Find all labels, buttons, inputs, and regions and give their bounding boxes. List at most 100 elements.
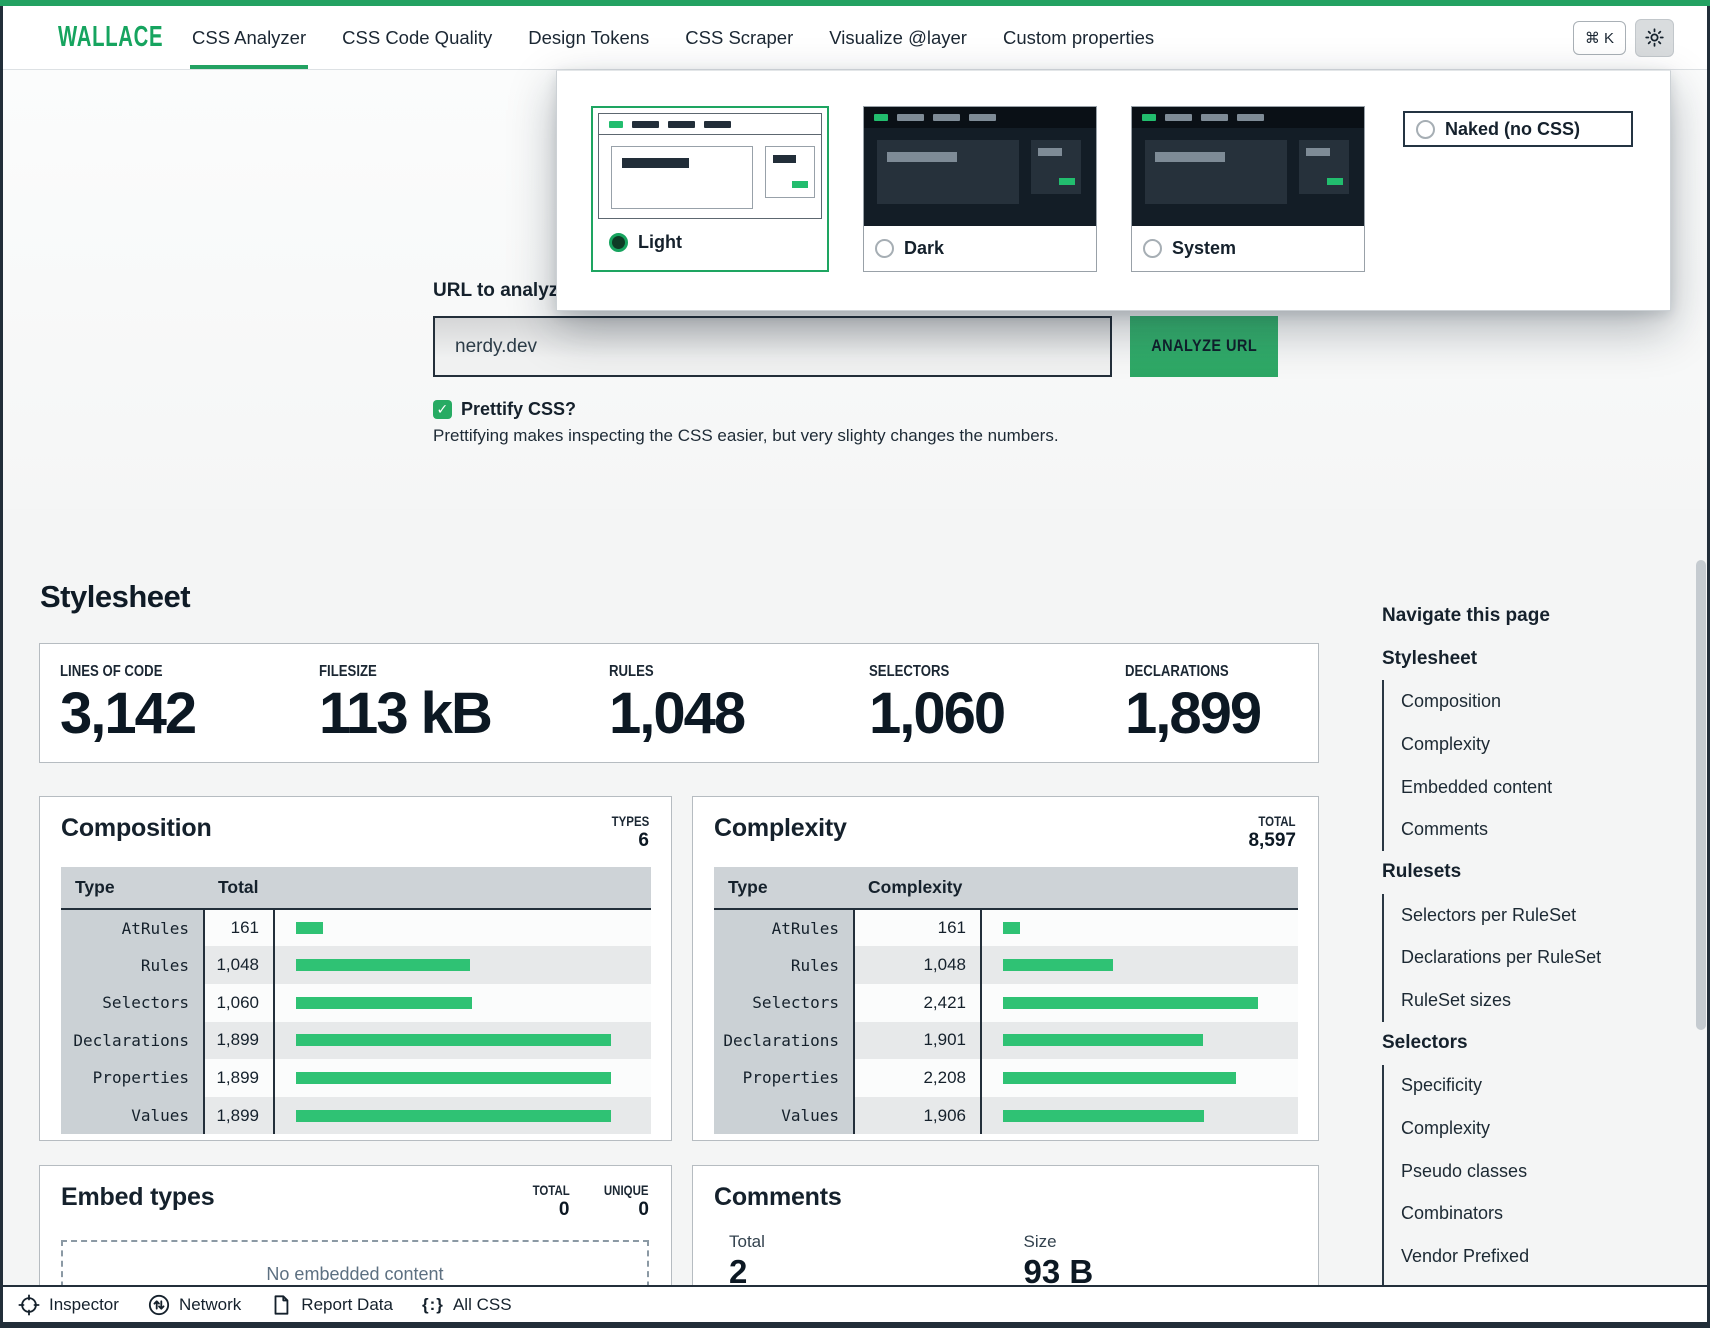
preview-nav-chip xyxy=(1201,114,1228,121)
page-nav-item-comments[interactable]: Comments xyxy=(1384,808,1682,851)
value-cell: 1,899 xyxy=(204,1059,274,1097)
nav-right: ⌘ K xyxy=(1573,19,1674,57)
tab-design-tokens[interactable]: Design Tokens xyxy=(528,6,649,69)
tab-visualize-layer[interactable]: Visualize @layer xyxy=(829,6,967,69)
toolbar-item-label: All CSS xyxy=(453,1295,512,1315)
page-nav-item-vendor-prefixed[interactable]: Vendor Prefixed xyxy=(1384,1235,1682,1278)
preview-body xyxy=(864,128,1096,226)
page-nav-item-ruleset-sizes[interactable]: RuleSet sizes xyxy=(1384,979,1682,1022)
theme-label-row: System xyxy=(1132,226,1364,271)
value-bar xyxy=(1003,997,1258,1009)
value-bar xyxy=(1003,1072,1236,1084)
table-row: Values1,899 xyxy=(61,1097,651,1135)
brand-logo[interactable]: WALLACE xyxy=(58,21,124,54)
comments-total: Total 2 xyxy=(729,1232,1024,1290)
bar-cell xyxy=(981,909,1298,947)
radio-naked[interactable] xyxy=(1416,120,1435,139)
radio-dark[interactable] xyxy=(875,239,894,258)
page-nav-heading: Navigate this page xyxy=(1382,595,1682,638)
toolbar-item-network[interactable]: Network xyxy=(148,1294,241,1316)
stat-value: 1,899 xyxy=(1125,685,1318,743)
preview-green-chip xyxy=(792,181,808,188)
stat-declarations: DECLARATIONS1,899 xyxy=(1125,663,1318,743)
page-nav-list: Selectors per RuleSetDeclarations per Ru… xyxy=(1382,894,1682,1022)
stat-value: 1,048 xyxy=(609,685,869,743)
theme-option-label: Naked (no CSS) xyxy=(1445,119,1580,140)
preview-nav-chip xyxy=(933,114,960,121)
top-nav: WALLACE CSS Analyzer CSS Code Quality Desi… xyxy=(0,6,1710,70)
preview-navbar xyxy=(599,114,821,135)
bar-cell xyxy=(981,984,1298,1022)
scrollbar[interactable] xyxy=(1696,560,1706,1030)
composition-card: Composition TYPES 6 TypeTotalAtRules161R… xyxy=(39,796,672,1141)
page-nav-item-specificity[interactable]: Specificity xyxy=(1384,1065,1682,1108)
comments-size-label: Size xyxy=(1024,1232,1319,1252)
theme-toggle-button[interactable] xyxy=(1635,19,1674,57)
toolbar-item-report-data[interactable]: Report Data xyxy=(270,1294,393,1316)
tab-css-scraper[interactable]: CSS Scraper xyxy=(685,6,793,69)
table-row: AtRules161 xyxy=(61,909,651,947)
comments-size: Size 93 B xyxy=(1024,1232,1319,1290)
page-nav-group-stylesheet[interactable]: Stylesheet xyxy=(1382,638,1682,681)
table-row: Declarations1,899 xyxy=(61,1022,651,1060)
preview-bar xyxy=(622,158,689,168)
value-cell: 2,421 xyxy=(854,984,981,1022)
page-nav-item-embedded-content[interactable]: Embedded content xyxy=(1384,766,1682,809)
preview-panel xyxy=(1145,140,1287,204)
value-bar xyxy=(296,997,472,1009)
stat-value: 1,060 xyxy=(869,685,1125,743)
complexity-table: TypeComplexityAtRules161Rules1,048Select… xyxy=(714,867,1298,1135)
embed-mini-stat-total: TOTAL0 xyxy=(526,1183,570,1222)
stat-filesize: FILESIZE113 kB xyxy=(319,663,609,743)
mini-stat-value: 6 xyxy=(638,830,649,851)
embed-mini-stats: TOTAL0UNIQUE0 xyxy=(526,1183,649,1222)
tab-custom-properties[interactable]: Custom properties xyxy=(1003,6,1154,69)
theme-option-naked[interactable]: Naked (no CSS) xyxy=(1403,111,1633,147)
theme-option-light[interactable]: Light xyxy=(591,106,829,272)
analyze-url-button[interactable]: ANALYZE URL xyxy=(1130,316,1278,377)
page-nav-item-pseudo-classes[interactable]: Pseudo classes xyxy=(1384,1150,1682,1193)
stylesheet-stats-card: LINES OF CODE3,142FILESIZE113 kBRULES1,0… xyxy=(39,643,1319,763)
page-nav-group-rulesets[interactable]: Rulesets xyxy=(1382,851,1682,894)
page-nav-item-complexity[interactable]: Complexity xyxy=(1384,723,1682,766)
command-k-badge[interactable]: ⌘ K xyxy=(1573,21,1626,55)
mini-stat-label: TOTAL xyxy=(532,1183,569,1198)
prettify-checkbox[interactable] xyxy=(433,400,452,419)
type-cell: Selectors xyxy=(61,984,204,1022)
radio-system[interactable] xyxy=(1143,239,1162,258)
theme-option-system[interactable]: System xyxy=(1131,106,1365,272)
preview-bar xyxy=(773,155,796,163)
tab-css-code-quality[interactable]: CSS Code Quality xyxy=(342,6,492,69)
crosshair-icon xyxy=(18,1294,40,1316)
page-nav-item-composition[interactable]: Composition xyxy=(1384,680,1682,723)
page-nav-item-selectors-per-ruleset[interactable]: Selectors per RuleSet xyxy=(1384,894,1682,937)
theme-option-dark[interactable]: Dark xyxy=(863,106,1097,272)
table-row: Properties2,208 xyxy=(714,1059,1298,1097)
url-input[interactable] xyxy=(433,316,1112,377)
page-navigation: Navigate this page StylesheetComposition… xyxy=(1382,595,1682,1321)
preview-nav-chip xyxy=(969,114,996,121)
preview-nav-chip xyxy=(1237,114,1264,121)
column-header: Total xyxy=(204,867,274,909)
theme-picker-popover: Light Dark xyxy=(556,70,1671,311)
card-head: Composition TYPES 6 xyxy=(40,797,671,853)
sun-icon xyxy=(1644,27,1666,49)
theme-preview-light xyxy=(598,113,822,219)
page-nav-item-combinators[interactable]: Combinators xyxy=(1384,1193,1682,1236)
bar-cell xyxy=(981,1097,1298,1135)
page-nav-item-declarations-per-ruleset[interactable]: Declarations per RuleSet xyxy=(1384,937,1682,980)
preview-body xyxy=(1132,128,1364,226)
toolbar-item-inspector[interactable]: Inspector xyxy=(18,1294,119,1316)
type-cell: AtRules xyxy=(714,909,854,947)
page-nav-group-selectors[interactable]: Selectors xyxy=(1382,1022,1682,1065)
value-bar xyxy=(1003,1034,1203,1046)
tab-css-analyzer[interactable]: CSS Analyzer xyxy=(192,6,306,69)
page-nav-item-complexity[interactable]: Complexity xyxy=(1384,1107,1682,1150)
radio-light[interactable] xyxy=(609,233,628,252)
card-title: Embed types xyxy=(61,1183,214,1212)
mini-stat-value: 0 xyxy=(559,1199,570,1220)
toolbar-item-all-css[interactable]: {:}All CSS xyxy=(422,1294,512,1316)
table-row: Properties1,899 xyxy=(61,1059,651,1097)
bar-cell xyxy=(274,909,651,947)
theme-option-label: Light xyxy=(638,232,682,253)
